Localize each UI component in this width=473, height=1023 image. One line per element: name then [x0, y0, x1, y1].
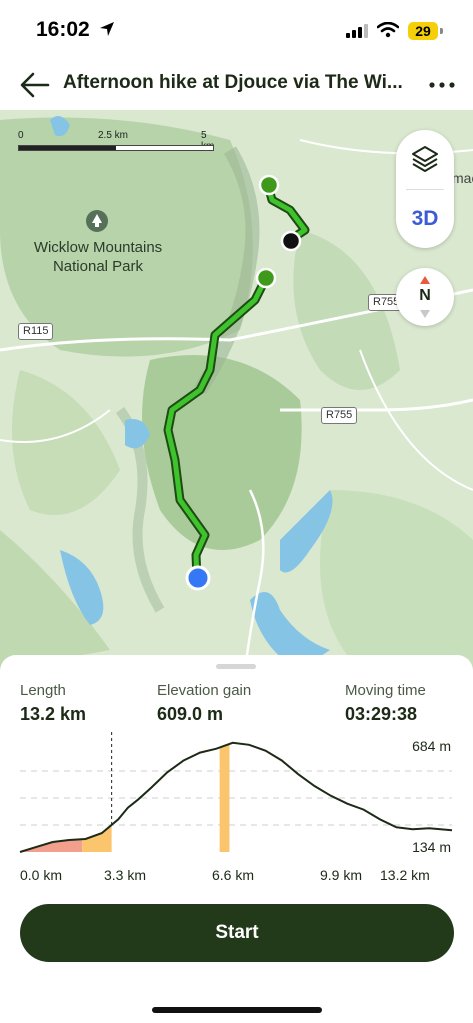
page-title: Afternoon hike at Djouce via The Wi... [63, 72, 403, 93]
more-horizontal-icon [429, 82, 455, 88]
end-marker [280, 230, 302, 252]
compass-button[interactable]: N [396, 268, 454, 326]
moving-time-value: 03:29:38 [345, 704, 418, 724]
length-label: Length [20, 682, 66, 699]
route-map[interactable]: 0 2.5 km 5 km Wicklow Mountains National… [0, 110, 473, 670]
x-tick-label-0: 0.0 km [20, 867, 62, 883]
x-tick-label-3: 9.9 km [320, 867, 362, 883]
y-tick-bottom: 134 m [412, 839, 451, 855]
wifi-icon [377, 22, 399, 38]
battery-indicator: 29 [408, 22, 438, 40]
y-tick-top: 684 m [412, 738, 451, 754]
elevation-gain-label: Elevation gain [157, 682, 252, 699]
signal-icon [346, 24, 368, 38]
waypoint-marker [255, 267, 277, 289]
elevation-profile-chart[interactable]: 684 m 134 m 0.0 km 3.3 km 6.6 km 9.9 km 13.2… [0, 730, 473, 890]
sheet-handle[interactable] [216, 664, 256, 669]
battery-tip [440, 28, 443, 34]
arrow-left-icon [20, 72, 50, 98]
more-options-button[interactable] [424, 70, 460, 100]
header: Afternoon hike at Djouce via The Wi... [0, 62, 473, 108]
location-arrow-icon [100, 22, 114, 36]
map-controls: 3D [396, 130, 454, 248]
waypoint-marker [258, 174, 280, 196]
elevation-gain-value: 609.0 m [157, 704, 224, 724]
highlight-segment-2 [219, 744, 230, 852]
map-layers-button[interactable] [396, 130, 454, 188]
3d-toggle-button[interactable]: 3D [396, 190, 454, 248]
layers-icon [412, 146, 438, 172]
length-value: 13.2 km [20, 704, 87, 724]
start-button[interactable]: Start [20, 904, 454, 962]
elevation-line [19, 741, 453, 853]
moving-time-label: Moving time [345, 682, 426, 699]
x-tick-label-1: 3.3 km [104, 867, 146, 883]
back-button[interactable] [18, 68, 58, 102]
x-tick-label-4: 13.2 km [380, 867, 430, 883]
route-details-sheet: Length 13.2 km Elevation gain 609.0 m Mo… [0, 655, 473, 1023]
status-time: 16:02 [36, 18, 90, 41]
status-bar: 16:02 29 [0, 0, 473, 62]
home-indicator [152, 1007, 322, 1013]
x-tick-label-2: 6.6 km [212, 867, 254, 883]
current-location-marker [185, 565, 211, 591]
compass-north-label: N [419, 287, 431, 304]
